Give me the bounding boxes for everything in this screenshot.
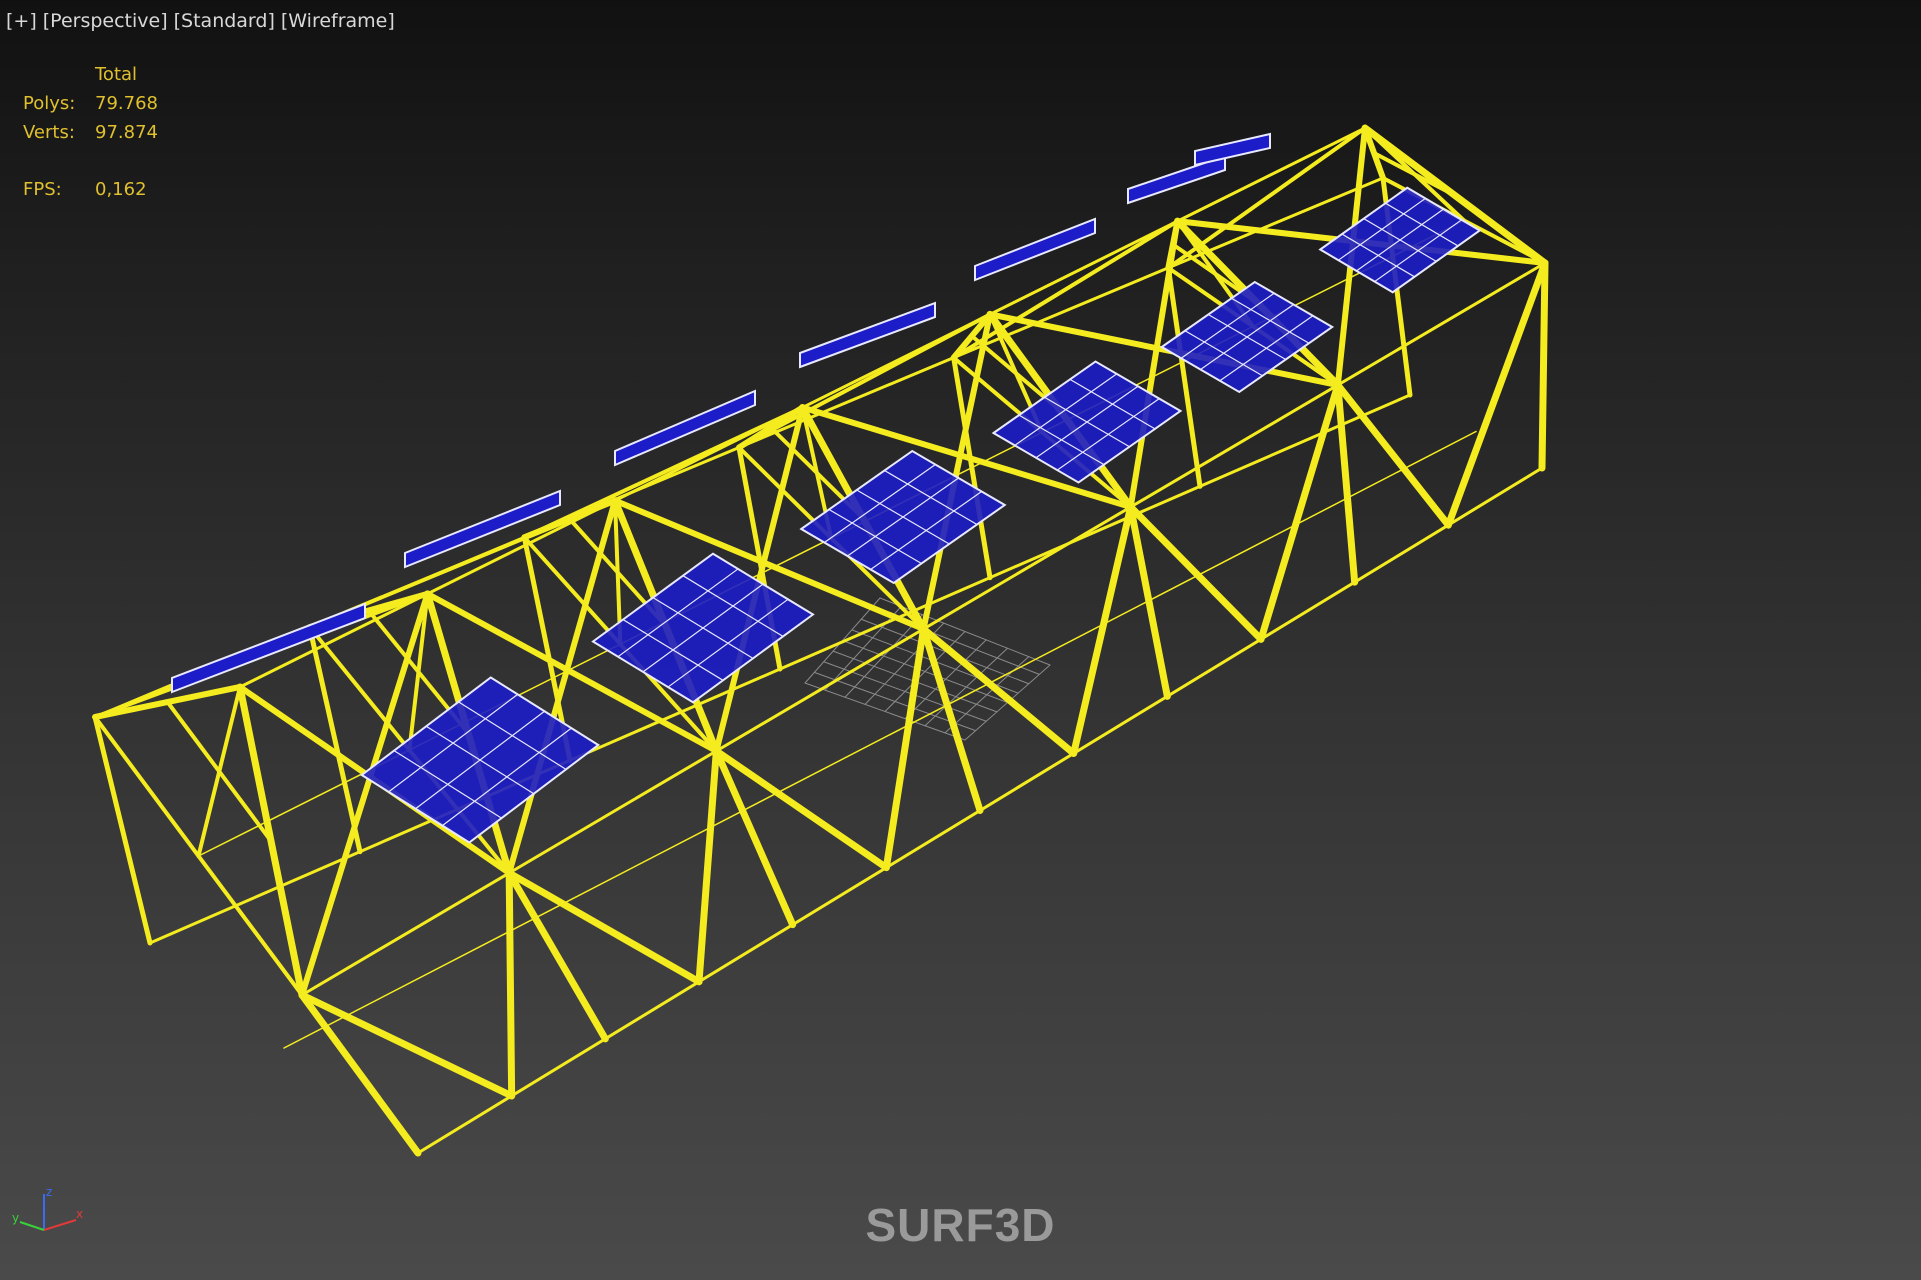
ridge-solar-panel [799,301,936,369]
king-post [196,685,242,858]
wall-brace [298,991,516,1100]
ridge-solar-panel [171,602,366,694]
surf3d-watermark: SURF3D [865,1199,1056,1251]
3d-viewport[interactable]: [+] [Perspective] [Standard] [Wireframe] To… [0,0,1921,1280]
back-post [1165,265,1203,489]
greenhouse-wireframe-model[interactable] [0,0,1921,1280]
wall-brace [505,869,516,1100]
front-post [298,991,422,1157]
ridge-solar-panel [1194,132,1271,167]
front-post [1538,259,1549,472]
ridge-solar-panel [1127,154,1226,205]
solar-panels [171,132,1482,844]
wall-brace [1070,503,1135,757]
wall-brace [1444,259,1549,529]
ridge-solar-panel [614,389,756,467]
gizmo-z-label: z [46,1185,52,1199]
wall-brace [695,747,720,986]
steel-frame [92,124,1549,1157]
wall-brace [882,625,927,872]
front-post [1334,381,1359,586]
